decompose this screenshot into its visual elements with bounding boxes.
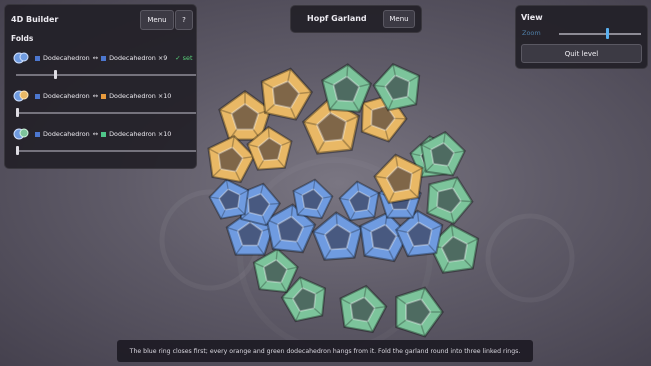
view-panel: View Zoom Quit level (515, 5, 648, 69)
fold-left-label: Dodecahedron (43, 130, 90, 138)
builder-title: 4D Builder (11, 15, 59, 24)
fold-arrow: ↔ (92, 92, 99, 100)
fold-slider-thumb[interactable] (16, 108, 19, 117)
fold-right-label: Dodecahedron ×10 (109, 92, 172, 100)
fold-right-label: Dodecahedron ×10 (109, 130, 172, 138)
level-panel: Hopf Garland Menu (290, 5, 422, 33)
green-dodecahedron (339, 284, 388, 334)
fold-right-label: Dodecahedron ×9 (109, 54, 168, 62)
blue-dodecahedron (292, 178, 334, 220)
level-title: Hopf Garland (307, 14, 367, 23)
zoom-label: Zoom (522, 29, 541, 37)
green-dodecahedron (420, 130, 467, 177)
dodecahedron-pair-icon (13, 128, 29, 140)
fold-row-1: Dodecahedron ↔ Dodecahedron ×9 ✓ set (13, 51, 199, 89)
blue-dodecahedron (338, 180, 380, 222)
fold-slider-thumb[interactable] (16, 146, 19, 155)
view-title: View (521, 13, 543, 22)
folds-heading: Folds (11, 34, 34, 43)
fold-arrow: ↔ (92, 130, 99, 138)
help-button[interactable]: ? (175, 10, 193, 30)
level-menu-button[interactable]: Menu (383, 10, 415, 28)
hint-caption: The blue ring closes first; every orange… (117, 340, 533, 362)
orange-dodecahedron (260, 67, 314, 121)
builder-panel: 4D Builder Menu ? Folds Dodecahedron ↔ D… (4, 4, 197, 169)
blue-swatch (35, 93, 40, 99)
blue-swatch (101, 55, 107, 61)
fold-row-3: Dodecahedron ↔ Dodecahedron ×10 (13, 127, 199, 165)
fold-slider-1[interactable] (16, 70, 196, 79)
blue-swatch (35, 55, 40, 61)
zoom-slider[interactable] (559, 28, 641, 39)
green-swatch (101, 131, 107, 137)
fold-arrow: ↔ (92, 54, 99, 62)
fold-slider-thumb[interactable] (54, 70, 57, 79)
dodecahedron-pair-icon (13, 90, 29, 102)
fold-left-label: Dodecahedron (43, 54, 90, 62)
fold-left-label: Dodecahedron (43, 92, 90, 100)
fold-row-2: Dodecahedron ↔ Dodecahedron ×10 (13, 89, 199, 127)
fold-slider-3[interactable] (16, 146, 196, 155)
quit-level-button[interactable]: Quit level (521, 44, 642, 63)
dodecahedron-pair-icon (13, 52, 29, 64)
blue-swatch (35, 131, 40, 137)
zoom-slider-thumb[interactable] (606, 28, 609, 39)
fold-slider-2[interactable] (16, 108, 196, 117)
builder-menu-button[interactable]: Menu (140, 10, 174, 30)
orange-swatch (101, 93, 107, 99)
fold-status: ✓ set (175, 54, 193, 62)
blue-dodecahedron (208, 178, 250, 220)
